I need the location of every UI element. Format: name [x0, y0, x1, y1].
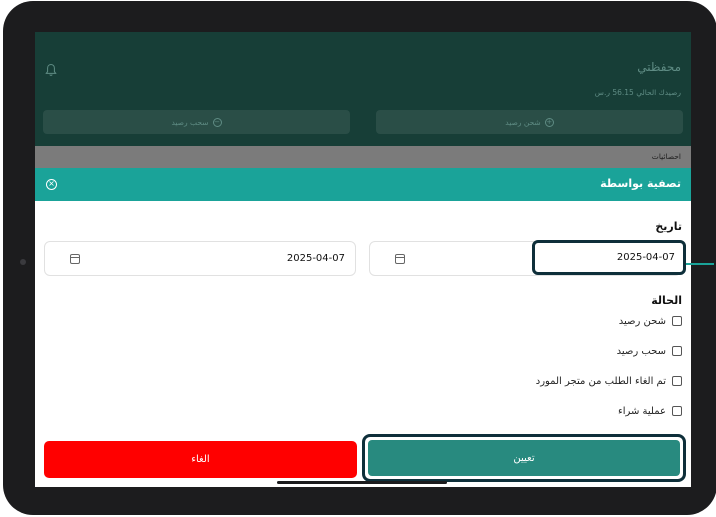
- app-screen: محفظتي رصيدك الحالي 56.15 ر.س + شحن رصيد…: [35, 32, 691, 487]
- apply-button-highlight[interactable]: تعيين: [362, 434, 686, 482]
- date-to-field[interactable]: 2025-04-07: [44, 241, 356, 276]
- status-option-purchase[interactable]: عملية شراء: [618, 404, 682, 418]
- charge-balance-label: شحن رصيد: [505, 117, 541, 127]
- home-indicator[interactable]: [277, 481, 447, 484]
- filter-modal-title: تصفية بواسطة: [600, 177, 681, 190]
- minus-circle-icon: −: [212, 117, 222, 127]
- checkbox[interactable]: [672, 346, 682, 356]
- date-section-label: تاريخ: [655, 220, 682, 233]
- annotation-pointer-line: [686, 263, 714, 265]
- status-option-label: شحن رصيد: [618, 315, 666, 327]
- withdraw-balance-button[interactable]: − سحب رصيد: [43, 110, 350, 134]
- status-option-label: سحب رصيد: [616, 345, 666, 357]
- checkbox[interactable]: [672, 316, 682, 326]
- status-option-label: عملية شراء: [618, 405, 666, 417]
- status-option-charge[interactable]: شحن رصيد: [619, 314, 682, 328]
- cancel-label: الغاء: [191, 454, 210, 465]
- status-option-label: تم الغاء الطلب من متجر المورد: [535, 375, 666, 387]
- stats-label: احصائيات: [651, 152, 681, 161]
- calendar-icon[interactable]: [70, 254, 80, 264]
- close-icon[interactable]: ×: [46, 179, 57, 190]
- checkbox[interactable]: [672, 406, 682, 416]
- date-to-value: 2025-04-07: [286, 253, 345, 264]
- stats-strip: احصائيات: [35, 146, 691, 168]
- plus-circle-icon: +: [544, 117, 554, 127]
- camera: [20, 259, 26, 265]
- status-section-label: الحالة: [651, 294, 682, 307]
- wallet-title: محفظتي: [637, 60, 681, 74]
- status-option-cancelled[interactable]: تم الغاء الطلب من متجر المورد: [536, 374, 682, 388]
- wallet-balance: رصيدك الحالي 56.15 ر.س: [594, 88, 681, 97]
- status-option-withdraw[interactable]: سحب رصيد: [617, 344, 682, 358]
- apply-label: تعيين: [513, 452, 535, 464]
- bell-icon[interactable]: [45, 63, 57, 77]
- wallet-header: محفظتي رصيدك الحالي 56.15 ر.س + شحن رصيد…: [35, 32, 691, 146]
- charge-balance-button[interactable]: + شحن رصيد: [376, 110, 683, 134]
- calendar-icon[interactable]: [395, 254, 405, 264]
- withdraw-balance-label: سحب رصيد: [171, 117, 209, 127]
- date-from-highlight[interactable]: 2025-04-07: [532, 240, 686, 275]
- checkbox[interactable]: [672, 376, 682, 386]
- cancel-button[interactable]: الغاء: [44, 441, 357, 478]
- apply-button[interactable]: تعيين: [368, 440, 680, 476]
- date-from-value: 2025-04-07: [616, 252, 675, 263]
- filter-modal-header: تصفية بواسطة ×: [35, 168, 691, 201]
